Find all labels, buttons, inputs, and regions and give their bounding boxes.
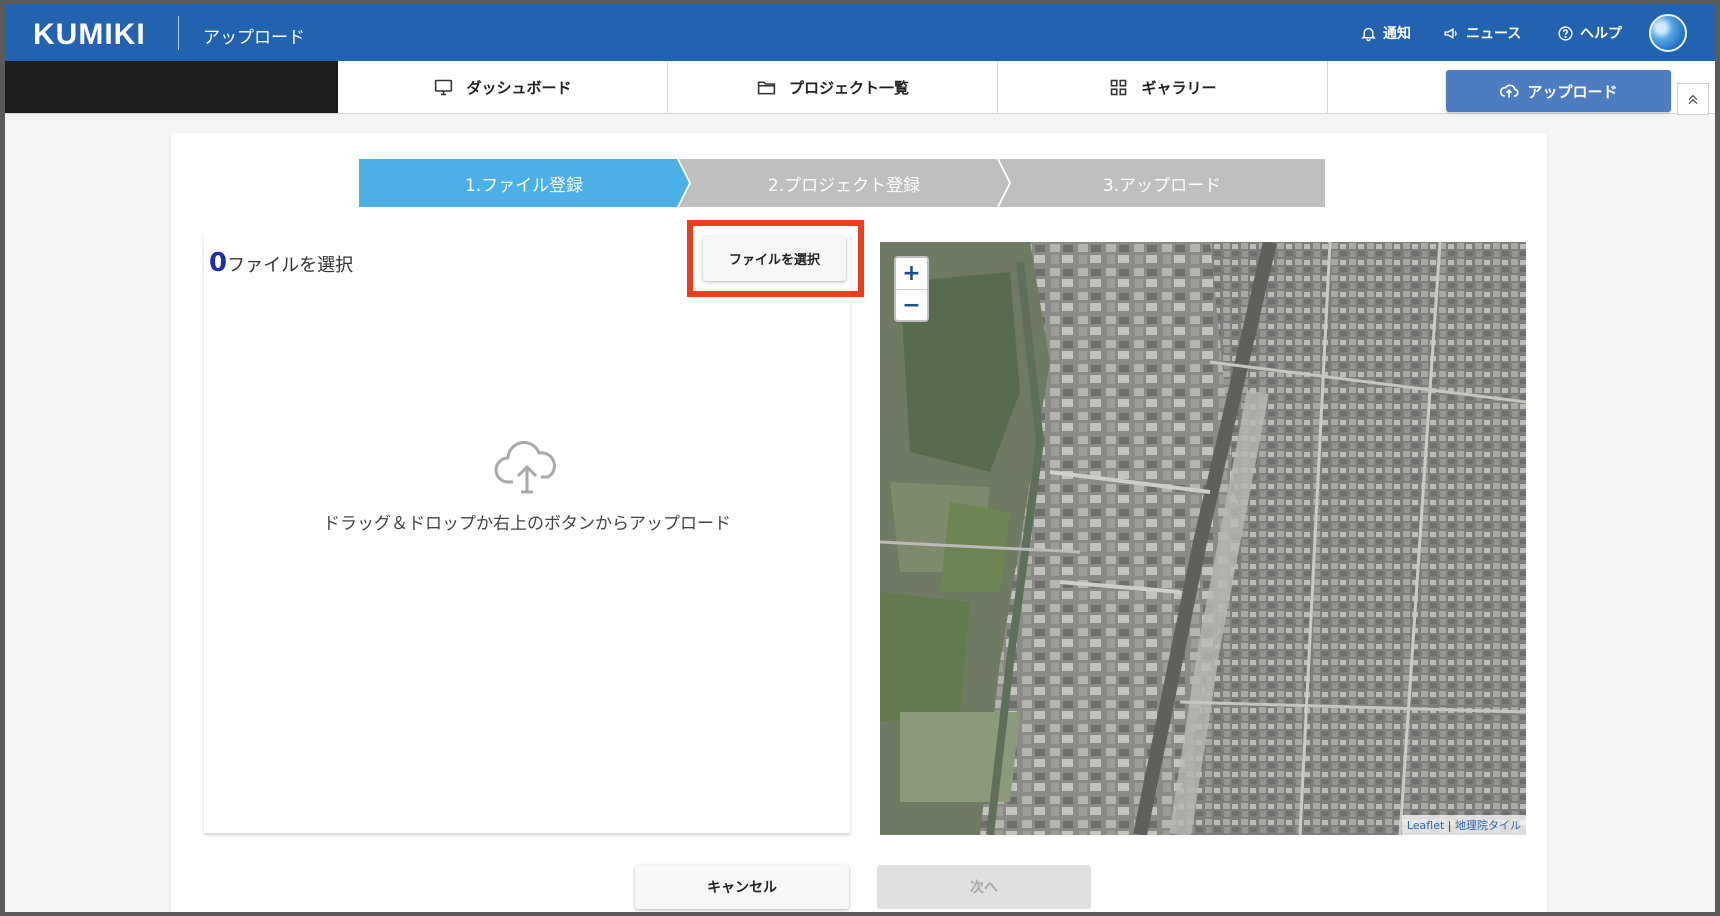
megaphone-icon: [1444, 27, 1457, 39]
logo-divider: [178, 16, 179, 50]
upload-button[interactable]: アップロード: [1446, 70, 1671, 112]
tab-projects-label: プロジェクト一覧: [788, 78, 909, 97]
file-dropzone[interactable]: 0ファイルを選択 ファイルを選択 ドラッグ＆ドロップか右上のボタンからアップロー…: [204, 220, 864, 833]
cloud-upload-icon: [494, 441, 556, 494]
bell-icon: [1361, 27, 1376, 41]
attribution-separator: |: [1444, 819, 1455, 832]
tab-dashboard-label: ダッシュボード: [466, 78, 572, 97]
zoom-out-button[interactable]: −: [896, 289, 927, 320]
help-circle-icon: [1558, 25, 1573, 41]
main-nav: ダッシュボード プロジェクト一覧 ギャラリー アップロード: [5, 61, 1715, 115]
avatar[interactable]: [1649, 14, 1687, 52]
satellite-map-tiles: [880, 242, 1526, 835]
file-count: 0ファイルを選択: [209, 248, 353, 278]
select-file-button[interactable]: ファイルを選択: [703, 236, 846, 281]
tab-gallery-label: ギャラリー: [1141, 78, 1217, 97]
tab-projects[interactable]: プロジェクト一覧: [668, 61, 998, 113]
cloud-upload-icon: [1500, 84, 1520, 98]
tab-dashboard[interactable]: ダッシュボード: [338, 61, 668, 113]
help-label: ヘルプ: [1580, 26, 1622, 42]
upload-button-label: アップロード: [1527, 82, 1618, 101]
grid-icon: [1111, 79, 1127, 95]
step-project-registration: 2.プロジェクト登録: [679, 159, 1009, 207]
logo[interactable]: KUMIKI: [33, 18, 146, 52]
notify-link[interactable]: 通知: [1360, 23, 1411, 43]
notify-label: 通知: [1383, 26, 1411, 42]
zoom-in-button[interactable]: +: [896, 258, 927, 289]
drop-hint: ドラッグ＆ドロップか右上のボタンからアップロード: [323, 514, 731, 534]
next-button: 次へ: [877, 865, 1091, 909]
app-window: KUMIKI アップロード 通知 ニュース ヘルプ ダッシュボード プロジェクト…: [5, 4, 1715, 912]
stepper: 1.ファイル登録 2.プロジェクト登録 3.アップロード: [359, 159, 1325, 207]
file-count-label: ファイルを選択: [227, 255, 354, 276]
gsi-tiles-link[interactable]: 地理院タイル: [1455, 819, 1521, 832]
help-link[interactable]: ヘルプ: [1557, 23, 1622, 43]
nav-spacer: [5, 61, 338, 113]
upload-card: 1.ファイル登録 2.プロジェクト登録 3.アップロード 0ファイルを選択 ファ…: [171, 133, 1547, 912]
step-upload: 3.アップロード: [999, 159, 1325, 207]
folder-icon: [757, 80, 776, 94]
map-view[interactable]: + − Leaflet | 地理院タイル: [880, 242, 1526, 835]
news-link[interactable]: ニュース: [1443, 23, 1521, 43]
leaflet-link[interactable]: Leaflet: [1407, 819, 1444, 832]
step-file-registration: 1.ファイル登録: [359, 159, 689, 207]
news-label: ニュース: [1466, 26, 1522, 42]
zoom-control: + −: [894, 256, 929, 322]
monitor-icon: [435, 79, 453, 95]
cancel-button[interactable]: キャンセル: [635, 865, 849, 909]
file-count-number: 0: [209, 248, 228, 278]
collapse-button[interactable]: [1677, 83, 1709, 115]
top-header: KUMIKI アップロード 通知 ニュース ヘルプ: [5, 4, 1715, 61]
chevron-double-up-icon: [1688, 94, 1698, 105]
map-attribution: Leaflet | 地理院タイル: [1401, 815, 1526, 835]
page-title: アップロード: [203, 28, 305, 48]
tab-gallery[interactable]: ギャラリー: [998, 61, 1328, 113]
